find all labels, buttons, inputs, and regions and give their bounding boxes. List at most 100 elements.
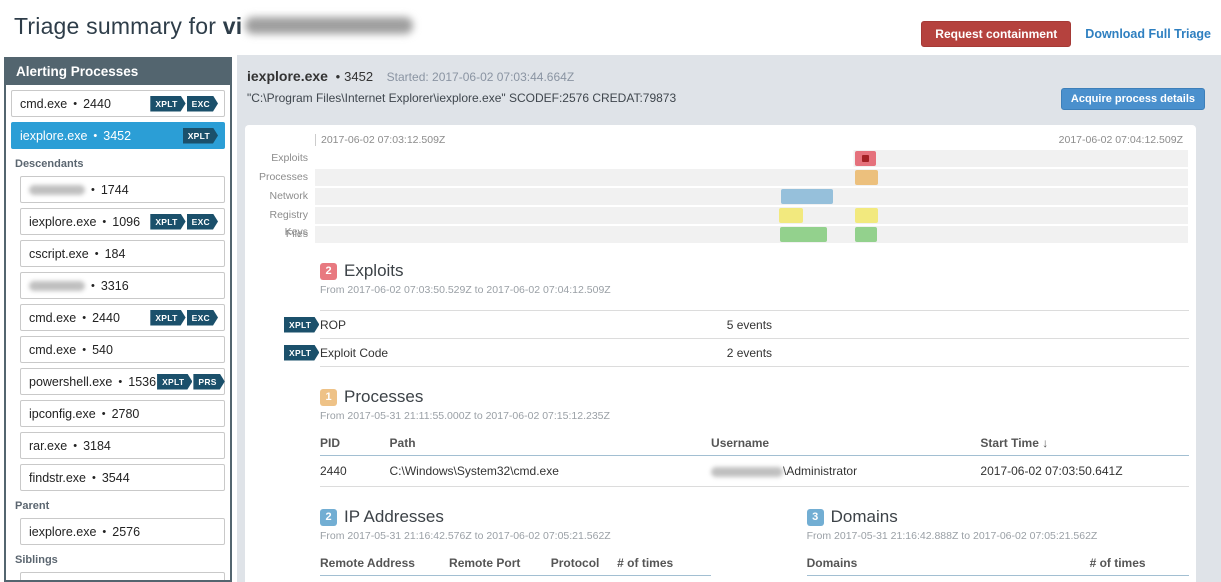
timeline-row: Processes [245,169,1188,186]
acquire-process-details-button[interactable]: Acquire process details [1060,88,1205,110]
domains-section-title: Domains [830,507,898,526]
timeline-row-label: Processes [258,171,308,183]
process-item-pid: 184 [104,246,126,261]
dot-separator: • [91,471,96,484]
domains-time-range: From 2017-05-31 21:16:42.888Z to 2017-06… [806,530,1098,542]
sidebar-process-item[interactable]: rar.exe • 3184 [20,432,225,459]
alert-badges: XPLT [182,128,218,144]
sidebar-process-item[interactable]: cmd.exe • 2440 XPLT EXC [20,304,225,331]
timeline-event-bar[interactable] [780,227,828,242]
domains-table: Domains# of times11 [806,552,1189,582]
dot-separator: • [82,311,87,324]
timeline-row-label: Files [285,228,308,240]
column-header[interactable]: Domains [806,552,1090,576]
exploits-time-range: From 2017-06-02 07:03:50.529Z to 2017-06… [320,284,611,296]
timeline-strip [315,188,1188,205]
column-header[interactable]: # of times [1089,552,1189,576]
process-item-pid: 3316 [100,278,129,293]
column-header[interactable]: Username [711,432,981,456]
sidebar-process-item[interactable]: iexplore.exe • 2576 [20,518,225,545]
ip-table-row: 80TCP1 [320,575,712,582]
alert-badge-prs: PRS [193,374,224,390]
process-pid-link[interactable]: 2440 [320,455,390,487]
timeline-row: Exploits [245,150,1188,167]
dot-separator: • [102,215,107,228]
column-header[interactable]: Remote Port [449,552,551,576]
exploits-count-badge: 2 [320,262,337,280]
exploit-event-row: XPLT ROP 5 events [320,311,1189,339]
sidebar-process-item[interactable]: powershell.exe • 1536 XPLT PRS [20,368,225,395]
sidebar-process-item[interactable]: iexplore.exe • 3452 XPLT [11,122,225,149]
sidebar-process-item[interactable]: iexplore.exe • 1096 XPLT EXC [20,208,225,235]
main-panel: iexplore.exe • 3452 Started: 2017-06-02 0… [237,55,1221,582]
dot-separator: • [73,97,78,110]
timeline-strip [315,226,1188,243]
domain-table-row: 1 [806,575,1189,582]
alert-badges: XPLT PRS [156,374,225,390]
process-item-name: cscript.exe [29,246,89,261]
process-item-name: findstr.exe [29,470,86,485]
exploits-section: 2 Exploits From 2017-06-02 07:03:50.529Z… [320,261,1189,367]
redacted-domain-name [711,466,784,477]
alert-badge-exc: EXC [187,310,218,326]
request-containment-button[interactable]: Request containment [921,21,1072,47]
process-item-pid: 3452 [103,128,132,143]
redacted-process-name [29,184,85,195]
dot-separator: • [118,375,123,388]
column-header[interactable]: Protocol [550,552,618,576]
process-item-pid: 1096 [112,214,141,229]
sidebar-process-item[interactable]: findstr.exe • 3544 [20,464,225,491]
column-header[interactable]: # of times [617,552,712,576]
dot-separator: • [91,183,95,196]
processes-count-badge: 1 [320,388,337,406]
timeline-row: Registry Keys [245,207,1188,238]
process-item-pid: 2440 [83,96,111,111]
detail-sections: 2 Exploits From 2017-06-02 07:03:50.529Z… [245,249,1196,582]
process-item-pid: 2780 [111,406,140,421]
timeline-event-bar[interactable] [855,208,879,223]
dot-separator: • [94,247,99,260]
timeline-row-label: Exploits [271,152,308,164]
process-item-name: powershell.exe [29,374,113,389]
column-header[interactable]: Remote Address [320,552,450,576]
dot-separator: • [93,129,98,142]
download-full-triage-link[interactable]: Download Full Triage [1085,27,1211,41]
times-count: 1 [617,575,712,582]
sidebar-process-item[interactable]: • 3316 [20,272,225,299]
processes-section: 1 Processes From 2017-05-31 21:11:55.000… [320,387,1189,487]
column-header[interactable]: Path [389,432,712,456]
processes-section-title: Processes [344,387,424,406]
page-title-prefix: Triage summary for [14,13,223,39]
process-item-name: iexplore.exe [29,214,97,229]
column-header[interactable]: Start Time ↓ [980,432,1189,456]
alerting-processes-sidebar: Alerting Processes cmd.exe • 2440 XPLT EXC ie… [4,57,232,582]
process-item-name: rundll32.exe [29,579,97,581]
table-header-row: Domains # of times [806,552,1189,576]
column-header[interactable]: PID [320,432,390,456]
sidebar-process-item[interactable]: cscript.exe • 184 [20,240,225,267]
sidebar-process-item[interactable]: rundll32.exe•2100 [20,572,225,581]
exploit-event-rows: XPLT ROP 5 events XPLT Exploit Code 2 events [320,310,1189,367]
activity-timeline: 2017-06-02 07:03:12.509Z 2017-06-02 07:0… [245,125,1196,249]
bottom-columns: 2 IP Addresses From 2017-05-31 21:16:42.… [320,507,1189,582]
sidebar-process-item[interactable]: ipconfig.exe • 2780 [20,400,225,427]
timeline-event-bar[interactable] [778,208,803,223]
timeline-event-bar[interactable] [781,189,833,204]
sidebar-process-item[interactable]: • 1744 [20,176,225,203]
domain-name [806,575,1090,582]
process-pid: 3452 [344,69,374,84]
exploit-type-label: ROP [320,317,347,332]
sidebar-process-item[interactable]: cmd.exe • 540 [20,336,225,363]
alert-badge-xplt: XPLT [284,345,319,361]
timeline-event-bar[interactable] [855,170,879,185]
process-list: cmd.exe • 2440 XPLT EXC iexplore.exe • 3452 XPLT… [6,85,230,581]
alert-badges: XPLT EXC [149,96,218,112]
process-path: C:\Windows\System32\cmd.exe [389,455,712,487]
timeline-event-bar[interactable] [855,151,877,166]
exploit-event-count: 5 events [726,317,773,332]
dot-separator: • [102,525,107,538]
timeline-row-label: Network [269,190,308,202]
timeline-event-bar[interactable] [855,227,878,242]
process-start-time: 2017-06-02 07:03:50.641Z [980,455,1189,487]
sidebar-process-item[interactable]: cmd.exe • 2440 XPLT EXC [11,90,225,117]
